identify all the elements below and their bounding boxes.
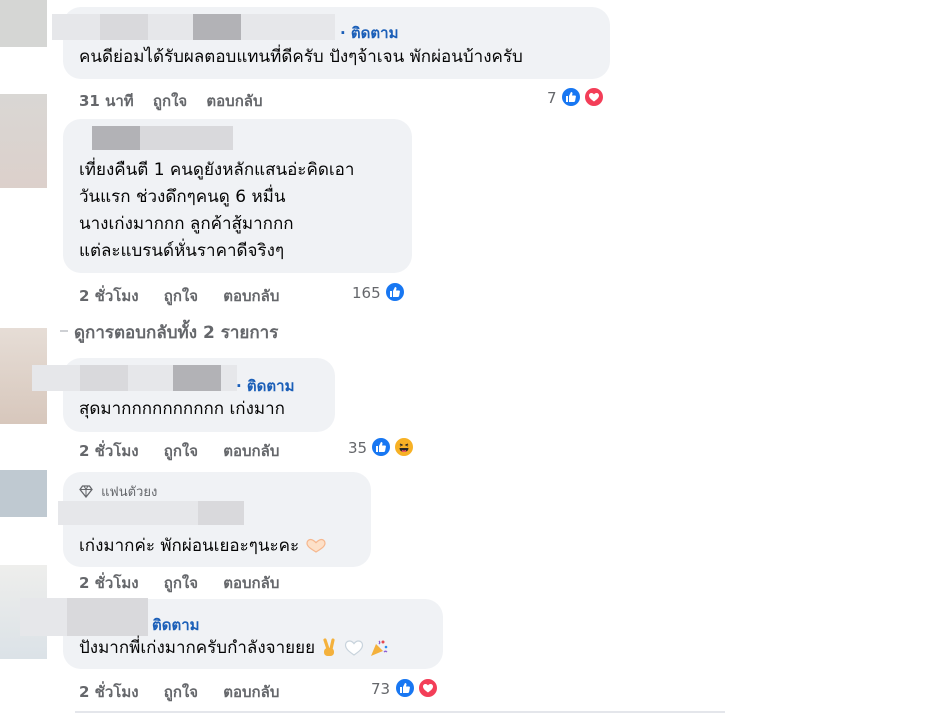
like-icon[interactable] bbox=[394, 677, 416, 699]
comment-text-line: นางเก่งมากกก ลูกค้าสู้มากกก bbox=[79, 214, 294, 234]
reaction-count[interactable]: 165 bbox=[352, 284, 381, 302]
comment-text: เก่งมากค่ะ พักผ่อนเยอะๆนะคะ bbox=[79, 533, 327, 560]
like-icon[interactable] bbox=[384, 281, 406, 303]
author-name-redacted bbox=[92, 126, 140, 150]
reaction-count[interactable]: 7 bbox=[547, 89, 557, 107]
haha-icon[interactable] bbox=[393, 436, 415, 458]
follow-link[interactable]: · ติดตาม bbox=[236, 374, 294, 398]
like-icon[interactable] bbox=[560, 86, 582, 108]
reply-button[interactable]: ตอบกลับ bbox=[223, 571, 279, 595]
comment-text: สุดมากกกกกกกกกก เก่งมาก bbox=[79, 399, 285, 419]
comment-time[interactable]: 2 ชั่วโมง bbox=[79, 439, 139, 463]
comment-time[interactable]: 2 ชั่วโมง bbox=[79, 680, 139, 704]
reply-connector-line bbox=[60, 330, 68, 332]
follow-link[interactable]: ติดตาม bbox=[152, 613, 200, 637]
comment-text-line: เที่ยงคืนตี 1 คนดูยังหลักแสนอ่ะคิดเอา bbox=[79, 160, 355, 180]
like-icon[interactable] bbox=[370, 436, 392, 458]
author-name-redacted bbox=[100, 14, 148, 40]
like-button[interactable]: ถูกใจ bbox=[164, 439, 198, 463]
comment-time[interactable]: 2 ชั่วโมง bbox=[79, 284, 139, 308]
comment-text-line: แต่ละแบรนด์หั่นราคาดีจริงๆ bbox=[79, 241, 285, 261]
like-button[interactable]: ถูกใจ bbox=[164, 680, 198, 704]
author-name-redacted bbox=[173, 365, 221, 391]
reply-button[interactable]: ตอบกลับ bbox=[223, 439, 279, 463]
comment-meta: 2 ชั่วโมง ถูกใจ ตอบกลับ bbox=[79, 680, 279, 704]
comment-time[interactable]: 31 นาที bbox=[79, 89, 134, 113]
comment-meta: 2 ชั่วโมง ถูกใจ ตอบกลับ bbox=[79, 439, 279, 463]
author-name-redacted bbox=[80, 365, 128, 391]
follow-link[interactable]: · ติดตาม bbox=[340, 21, 398, 45]
top-fan-label: แฟนตัวยง bbox=[101, 485, 158, 500]
comment-meta: 2 ชั่วโมง ถูกใจ ตอบกลับ bbox=[79, 571, 279, 595]
comment-text: คนดีย่อมได้รับผลตอบแทนที่ดีครับ ปังๆจ้าเ… bbox=[79, 47, 523, 67]
reaction-count[interactable]: 35 bbox=[348, 439, 367, 457]
view-replies-link[interactable]: ดูการตอบกลับทั้ง 2 รายการ bbox=[74, 319, 278, 346]
love-icon[interactable] bbox=[417, 677, 439, 699]
reaction-count[interactable]: 73 bbox=[371, 680, 390, 698]
like-button[interactable]: ถูกใจ bbox=[164, 571, 198, 595]
reply-button[interactable]: ตอบกลับ bbox=[223, 284, 279, 308]
reply-button[interactable]: ตอบกลับ bbox=[223, 680, 279, 704]
love-icon[interactable] bbox=[583, 86, 605, 108]
victory-hand-emoji bbox=[323, 638, 336, 656]
like-button[interactable]: ถูกใจ bbox=[153, 89, 187, 113]
comment-time[interactable]: 2 ชั่วโมง bbox=[79, 571, 139, 595]
avatar[interactable] bbox=[0, 0, 47, 47]
party-popper-emoji bbox=[371, 640, 388, 656]
avatar[interactable] bbox=[0, 94, 47, 188]
comment-meta: 31 นาที ถูกใจ ตอบกลับ bbox=[79, 89, 263, 113]
like-button[interactable]: ถูกใจ bbox=[164, 284, 198, 308]
comment-meta: 2 ชั่วโมง ถูกใจ ตอบกลับ bbox=[79, 284, 279, 308]
comment-text-line: วันแรก ช่วงดึกๆคนดู 6 หมื่น bbox=[79, 187, 286, 207]
white-heart-emoji bbox=[344, 640, 363, 656]
comment-text: ปังมากพี่เก่งมากครับกำลังจายยย bbox=[79, 635, 389, 662]
author-name-redacted bbox=[67, 598, 148, 636]
reply-button[interactable]: ตอบกลับ bbox=[206, 89, 262, 113]
heart-hands-emoji bbox=[305, 538, 326, 553]
diamond-icon bbox=[79, 485, 93, 499]
author-name-redacted bbox=[193, 14, 241, 40]
top-fan-badge[interactable]: แฟนตัวยง bbox=[79, 481, 157, 502]
author-name-redacted bbox=[198, 501, 244, 525]
avatar[interactable] bbox=[0, 470, 47, 517]
